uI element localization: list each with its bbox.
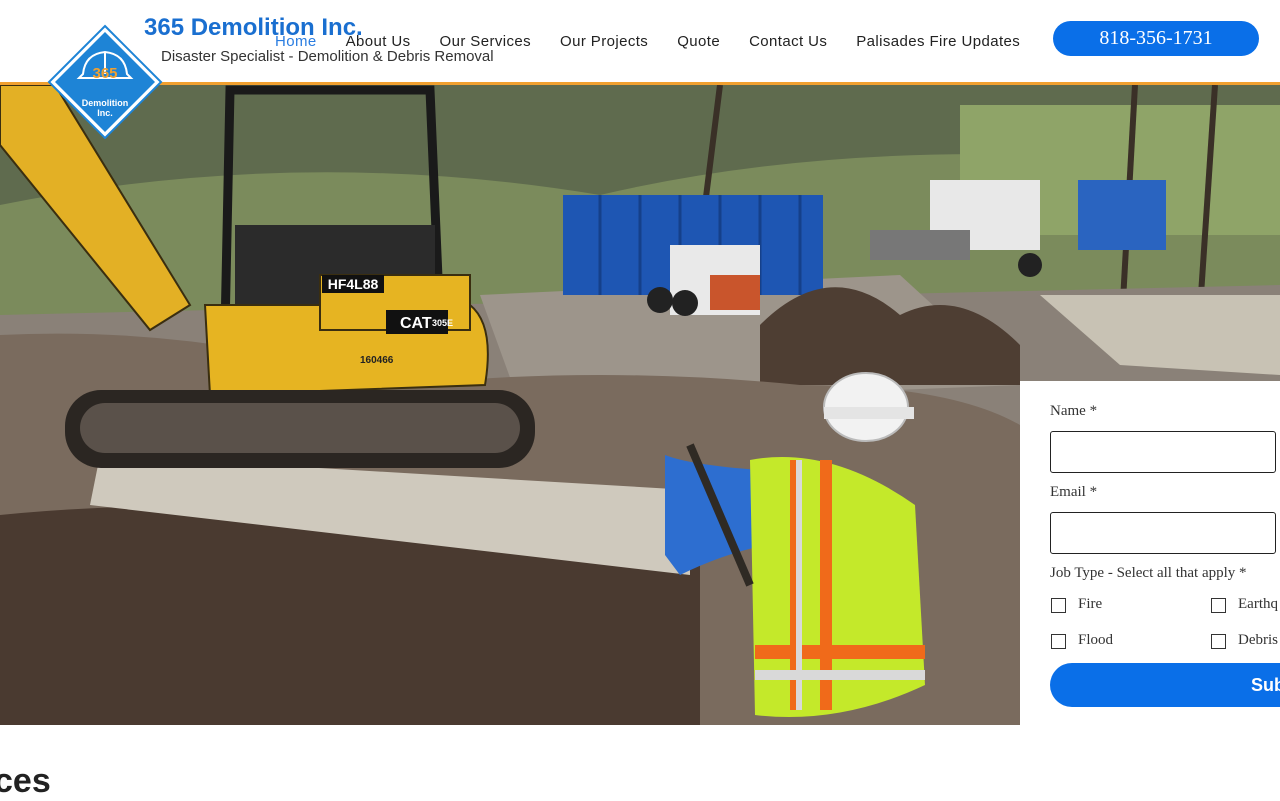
nav-home[interactable]: Home: [275, 33, 317, 50]
excavator-plate: HF4L88: [328, 276, 379, 292]
name-input[interactable]: [1050, 431, 1276, 473]
nav-quote[interactable]: Quote: [677, 33, 720, 50]
checkbox-debris-label: Debris: [1238, 632, 1278, 648]
submit-button[interactable]: Sub: [1050, 663, 1280, 707]
email-label: Email *: [1050, 484, 1098, 500]
quote-form: Name * Email * Job Type - Select all tha…: [1020, 381, 1280, 725]
checkbox-earthquake[interactable]: [1211, 598, 1226, 613]
tagline: Disaster Specialist - Demolition & Debri…: [161, 48, 494, 65]
section-title: ces: [0, 762, 51, 800]
checkbox-flood[interactable]: [1051, 634, 1066, 649]
checkbox-earthquake-label: Earthq: [1238, 596, 1278, 612]
main-nav: Home About Us Our Services Our Projects …: [275, 33, 1049, 50]
company-logo[interactable]: 365 Demolition Inc.: [47, 24, 163, 140]
logo-number: 365: [92, 65, 117, 82]
job-type-label: Job Type - Select all that apply *: [1050, 565, 1247, 581]
nav-palisades-fire-updates[interactable]: Palisades Fire Updates: [856, 33, 1020, 50]
excavator-model: 305E: [432, 318, 453, 328]
logo-line1: Demolition: [82, 98, 129, 108]
checkbox-fire[interactable]: [1051, 598, 1066, 613]
name-label: Name *: [1050, 403, 1098, 419]
phone-button[interactable]: 818-356-1731: [1053, 21, 1259, 56]
nav-our-projects[interactable]: Our Projects: [560, 33, 648, 50]
checkbox-flood-label: Flood: [1078, 632, 1114, 648]
checkbox-fire-label: Fire: [1078, 596, 1103, 612]
excavator-serial: 160466: [360, 355, 394, 366]
nav-contact-us[interactable]: Contact Us: [749, 33, 827, 50]
email-input[interactable]: [1050, 512, 1276, 554]
nav-our-services[interactable]: Our Services: [440, 33, 532, 50]
checkbox-debris[interactable]: [1211, 634, 1226, 649]
nav-about-us[interactable]: About Us: [346, 33, 411, 50]
excavator-brand: CAT: [400, 315, 432, 332]
logo-line2: Inc.: [97, 108, 113, 118]
